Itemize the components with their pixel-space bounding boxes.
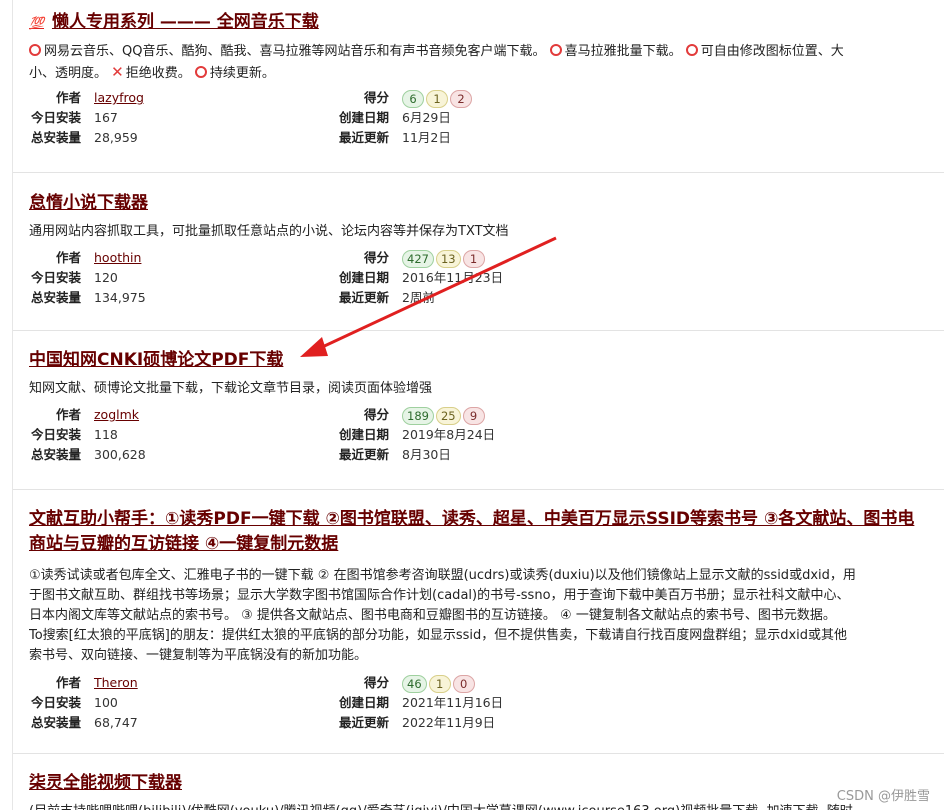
updated-label: 最近更新 xyxy=(338,447,389,462)
created-value: 2019年8月24日 xyxy=(402,427,496,442)
script-description: (目前支持哔哩哔哩(bilibili)/优酷网(youku)/腾讯视频(qq)/… xyxy=(29,802,944,810)
created-value: 6月29日 xyxy=(402,110,451,125)
good-rating-badge: 6 xyxy=(402,89,424,108)
created-label: 创建日期 xyxy=(338,427,389,442)
score-label: 得分 xyxy=(363,250,389,265)
created-value: 2016年11月23日 xyxy=(402,270,504,285)
author-link[interactable]: zoglmk xyxy=(94,407,139,422)
good-rating-badge: 189 xyxy=(402,406,434,425)
created-label: 创建日期 xyxy=(338,270,389,285)
cross-mark-icon: ✕ xyxy=(111,63,124,81)
bad-rating-badge: 2 xyxy=(450,89,472,108)
script-title-text: 懒人专用系列 ——— 全网音乐下载 xyxy=(51,12,319,32)
today-installs-label: 今日安装 xyxy=(30,110,81,125)
script-title[interactable]: 文献互助小帮手：①读秀PDF一键下载 ②图书馆联盟、读秀、超星、中美百万显示SS… xyxy=(29,507,944,557)
author-label: 作者 xyxy=(55,675,81,690)
script-title[interactable]: 💯 懒人专用系列 ——— 全网音乐下载 xyxy=(29,9,944,36)
script-item: 文献互助小帮手：①读秀PDF一键下载 ②图书馆联盟、读秀、超星、中美百万显示SS… xyxy=(13,490,944,754)
author-link[interactable]: Theron xyxy=(94,675,138,690)
script-description: 网易云音乐、QQ音乐、酷狗、酷我、喜马拉雅等网站音乐和有声书音频免客户端下载。 … xyxy=(29,42,944,62)
script-description: 通用网站内容抓取工具，可批量抓取任意站点的小说、论坛内容等并保存为TXT文档 xyxy=(29,224,509,239)
updated-value: 2周前 xyxy=(402,290,435,305)
today-installs-value: 120 xyxy=(94,270,118,285)
script-description-cont: 小、透明度。 ✕ 拒绝收费。 持续更新。 xyxy=(29,62,944,84)
good-rating-badge: 46 xyxy=(402,674,427,693)
script-title[interactable]: 中国知网CNKI硕博论文PDF下载 xyxy=(29,347,944,373)
updated-label: 最近更新 xyxy=(338,130,389,145)
today-installs-value: 118 xyxy=(94,427,118,442)
total-installs-label: 总安装量 xyxy=(30,447,81,462)
author-link[interactable]: lazyfrog xyxy=(94,90,144,105)
updated-label: 最近更新 xyxy=(338,715,389,730)
script-meta: 作者 zoglmk 今日安装 118 总安装量 300,628 得分 189 25 9 创建… xyxy=(29,405,944,467)
script-item: 中国知网CNKI硕博论文PDF下载 知网文献、硕博论文批量下载，下载论文章节目录… xyxy=(13,331,944,490)
total-installs-value: 68,747 xyxy=(94,715,138,730)
bad-rating-badge: 0 xyxy=(452,674,475,693)
bad-rating-badge: 1 xyxy=(462,249,485,268)
updated-value: 8月30日 xyxy=(402,447,451,462)
desc-line: 日本内阁文库等文献站点的索书号。 ③ 提供各文献站点、图书电商和豆瓣图书的互访链… xyxy=(29,608,836,623)
script-title-line: 商站与豆瓣的互访链接 ④一键复制元数据 xyxy=(29,534,339,554)
script-title-line: 文献互助小帮手：①读秀PDF一键下载 ②图书馆联盟、读秀、超星、中美百万显示SS… xyxy=(29,509,915,529)
ok-rating-badge: 25 xyxy=(435,406,461,425)
desc-text: 持续更新。 xyxy=(209,66,275,81)
red-circle-icon xyxy=(194,66,207,78)
updated-value: 11月2日 xyxy=(402,130,451,145)
script-item: 💯 懒人专用系列 ——— 全网音乐下载 网易云音乐、QQ音乐、酷狗、酷我、喜马拉雅… xyxy=(13,0,944,173)
hundred-points-icon: 💯 xyxy=(29,16,44,30)
today-installs-label: 今日安装 xyxy=(30,270,81,285)
score-label: 得分 xyxy=(363,407,389,422)
watermark: CSDN @伊胜雪 xyxy=(836,789,930,804)
score-label: 得分 xyxy=(363,675,389,690)
script-item: 怠惰小说下载器 通用网站内容抓取工具，可批量抓取任意站点的小说、论坛内容等并保存… xyxy=(13,173,944,331)
desc-text: 可自由修改图标位置、大 xyxy=(700,44,844,59)
ok-rating-badge: 1 xyxy=(426,89,448,108)
script-meta: 作者 lazyfrog 今日安装 167 总安装量 28,959 得分 6 1 2 创建日期… xyxy=(29,88,944,150)
today-installs-label: 今日安装 xyxy=(30,695,81,710)
desc-line: ①读秀试读或者包库全文、汇雅电子书的一键下载 ② 在图书馆参考咨询联盟(ucdr… xyxy=(29,568,856,583)
updated-value: 2022年11月9日 xyxy=(402,715,496,730)
ok-rating-badge: 13 xyxy=(435,249,461,268)
total-installs-value: 28,959 xyxy=(94,130,138,145)
total-installs-label: 总安装量 xyxy=(30,715,81,730)
score-label: 得分 xyxy=(363,90,389,105)
script-description: 知网文献、硕博论文批量下载，下载论文章节目录，阅读页面体验增强 xyxy=(29,381,433,396)
script-description: ①读秀试读或者包库全文、汇雅电子书的一键下载 ② 在图书馆参考咨询联盟(ucdr… xyxy=(29,566,944,666)
total-installs-label: 总安装量 xyxy=(30,290,81,305)
script-meta: 作者 hoothin 今日安装 120 总安装量 134,975 得分 427 13 1 创… xyxy=(29,248,944,310)
updated-label: 最近更新 xyxy=(338,290,389,305)
red-circle-icon xyxy=(29,44,41,56)
script-meta: 作者 Theron 今日安装 100 总安装量 68,747 得分 46 1 0 创建日期 2… xyxy=(29,673,944,735)
created-label: 创建日期 xyxy=(338,695,389,710)
desc-line: 索书号、双向链接、一键复制等为平底锅没有的新加功能。 xyxy=(29,648,368,663)
today-installs-value: 167 xyxy=(94,110,118,125)
author-label: 作者 xyxy=(55,90,81,105)
desc-text: 网易云音乐、QQ音乐、酷狗、酷我、喜马拉雅等网站音乐和有声书音频免客户端下载。 xyxy=(44,44,546,59)
script-list: 💯 懒人专用系列 ——— 全网音乐下载 网易云音乐、QQ音乐、酷狗、酷我、喜马拉雅… xyxy=(12,0,944,810)
ok-rating-badge: 1 xyxy=(428,674,451,693)
created-value: 2021年11月16日 xyxy=(402,695,504,710)
today-installs-value: 100 xyxy=(94,695,118,710)
total-installs-value: 134,975 xyxy=(94,290,146,305)
script-title[interactable]: 柒灵全能视频下载器 xyxy=(29,770,944,796)
desc-line: 于图书文献互助、群组找书等场景；显示大学数字图书馆国际合作计划(cadal)的书… xyxy=(29,588,850,603)
script-item: 柒灵全能视频下载器 (目前支持哔哩哔哩(bilibili)/优酷网(youku)… xyxy=(13,754,944,810)
desc-text: 喜马拉雅批量下载。 xyxy=(564,44,682,59)
author-link[interactable]: hoothin xyxy=(94,250,141,265)
script-title[interactable]: 怠惰小说下载器 xyxy=(29,190,944,216)
red-circle-icon xyxy=(549,44,562,56)
desc-line: To搜索[红太狼的平底锅]的朋友：提供红太狼的平底锅的部分功能，如显示ssid，… xyxy=(29,628,848,643)
desc-text: 小、透明度。 xyxy=(29,66,108,81)
red-circle-icon xyxy=(685,44,698,56)
created-label: 创建日期 xyxy=(338,110,389,125)
author-label: 作者 xyxy=(55,250,81,265)
author-label: 作者 xyxy=(55,407,81,422)
bad-rating-badge: 9 xyxy=(462,406,485,425)
total-installs-label: 总安装量 xyxy=(30,130,81,145)
desc-text: 拒绝收费。 xyxy=(125,66,191,81)
good-rating-badge: 427 xyxy=(402,249,434,268)
total-installs-value: 300,628 xyxy=(94,447,146,462)
today-installs-label: 今日安装 xyxy=(30,427,81,442)
